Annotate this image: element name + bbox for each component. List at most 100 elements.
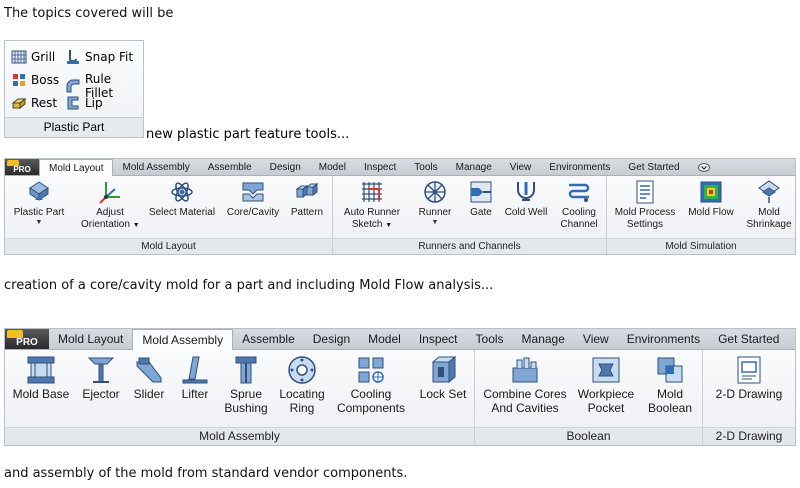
plastic-part-panel-label: Plastic Part	[5, 117, 143, 137]
boss-label: Boss	[31, 73, 60, 87]
settings-sheet-icon	[636, 180, 654, 204]
ribbon-options-button[interactable]	[689, 159, 719, 175]
workpiece-pocket-tool[interactable]: Workpiece Pocket	[575, 354, 637, 416]
mold-assembly-ribbon: PRO Mold Layout Mold Assembly Assemble D…	[4, 328, 796, 446]
cold-well-icon	[517, 182, 535, 201]
tab-environments[interactable]: Environments	[540, 159, 619, 175]
snap-fit-label: Snap Fit	[85, 50, 134, 64]
tab-environments[interactable]: Environments	[618, 329, 709, 349]
sprue-bushing-icon	[235, 356, 257, 384]
grill-icon	[11, 50, 27, 64]
select-material-tool[interactable]: Select Material	[147, 179, 217, 219]
rest-label: Rest	[31, 96, 58, 110]
mold-boolean-icon	[657, 357, 683, 383]
atom-icon	[171, 182, 193, 202]
auto-runner-sketch-tool[interactable]: Auto Runner Sketch ▼	[339, 179, 405, 230]
mold-shrinkage-tool[interactable]: Mold Shrinkage	[743, 179, 795, 230]
chevron-down-icon	[697, 162, 710, 172]
group-label-mold-assembly: Mold Assembly	[5, 427, 474, 445]
mold-boolean-tool[interactable]: Mold Boolean	[643, 354, 697, 416]
axes-icon	[99, 182, 120, 204]
cooling-channel-tool[interactable]: Cooling Channel	[557, 179, 601, 230]
snap-fit-button[interactable]: Snap Fit	[65, 49, 133, 65]
lip-icon	[67, 96, 79, 110]
lifter-tool[interactable]: Lifter	[173, 354, 217, 402]
boss-button[interactable]: Boss	[11, 72, 59, 88]
core-cavity-icon	[242, 182, 264, 202]
pro-logo: PRO	[5, 159, 39, 175]
tab-assemble[interactable]: Assemble	[233, 329, 304, 349]
ribbon-tab-bar: PRO Mold Layout Mold Assembly Assemble D…	[5, 159, 795, 176]
mold-base-tool[interactable]: Mold Base	[9, 354, 73, 402]
tools-caption: new plastic part feature tools...	[146, 127, 350, 142]
plastic-part-panel: Grill Snap Fit Boss Rule Fillet Rest Lip…	[4, 40, 144, 138]
tab-mold-layout[interactable]: Mold Layout	[49, 329, 132, 349]
mold-shrinkage-icon	[758, 180, 780, 203]
tab-manage[interactable]: Manage	[513, 329, 574, 349]
group-label-mold-layout: Mold Layout	[5, 238, 332, 254]
rest-button[interactable]: Rest	[11, 95, 57, 111]
tab-view[interactable]: View	[501, 159, 541, 175]
tab-inspect[interactable]: Inspect	[410, 329, 467, 349]
caption-core-cavity: creation of a core/cavity mold for a par…	[4, 278, 494, 293]
combine-cores-and-cavities-tool[interactable]: Combine Cores And Cavities	[481, 354, 569, 416]
workpiece-pocket-icon	[592, 357, 620, 383]
rest-icon	[11, 97, 27, 110]
combine-cores-icon	[512, 357, 538, 383]
ejector-tool[interactable]: Ejector	[77, 354, 125, 402]
tab-model[interactable]: Model	[310, 159, 355, 175]
tab-mold-layout[interactable]: Mold Layout	[39, 159, 114, 176]
lip-button[interactable]: Lip	[65, 95, 103, 111]
cooling-channel-icon	[568, 183, 590, 202]
group-label-2d-drawing: 2-D Drawing	[703, 427, 795, 445]
ejector-icon	[87, 357, 115, 383]
mold-flow-tool[interactable]: Mold Flow	[685, 179, 737, 219]
mold-process-settings-tool[interactable]: Mold Process Settings	[611, 179, 679, 230]
grill-button[interactable]: Grill	[11, 49, 55, 65]
plastic-part-icon	[29, 181, 49, 201]
tab-tools[interactable]: Tools	[405, 159, 446, 175]
gate-icon	[470, 181, 492, 203]
tab-tools[interactable]: Tools	[467, 329, 513, 349]
pro-logo: PRO	[5, 329, 49, 349]
lock-set-icon	[431, 355, 457, 384]
tab-get-started[interactable]: Get Started	[619, 159, 688, 175]
ribbon-tab-bar: PRO Mold Layout Mold Assembly Assemble D…	[5, 329, 795, 350]
group-label-runners-and-channels: Runners and Channels	[333, 238, 606, 254]
2d-drawing-icon	[737, 356, 761, 384]
cooling-components-tool[interactable]: Cooling Components	[333, 354, 409, 416]
tab-manage[interactable]: Manage	[447, 159, 501, 175]
lifter-icon	[182, 356, 208, 384]
lip-label: Lip	[85, 96, 103, 110]
pattern-tool[interactable]: Pattern	[287, 179, 327, 219]
tab-view[interactable]: View	[574, 329, 618, 349]
cooling-components-icon	[358, 357, 384, 383]
adjust-orientation-tool[interactable]: Adjust Orientation ▼	[81, 179, 140, 230]
tab-assemble[interactable]: Assemble	[199, 159, 261, 175]
cold-well-tool[interactable]: Cold Well	[503, 179, 549, 219]
tab-inspect[interactable]: Inspect	[355, 159, 405, 175]
tab-mold-assembly[interactable]: Mold Assembly	[113, 159, 198, 175]
tab-model[interactable]: Model	[359, 329, 410, 349]
slider-icon	[136, 357, 162, 383]
lock-set-tool[interactable]: Lock Set	[415, 354, 471, 402]
intro-text: The topics covered will be	[4, 6, 174, 21]
locating-ring-tool[interactable]: Locating Ring	[275, 354, 329, 416]
gate-tool[interactable]: Gate	[465, 179, 497, 219]
mold-flow-icon	[700, 181, 722, 203]
plastic-part-tool[interactable]: Plastic Part ▼	[11, 179, 67, 227]
locating-ring-icon	[288, 356, 316, 384]
tab-get-started[interactable]: Get Started	[709, 329, 788, 349]
mold-base-icon	[27, 356, 55, 384]
runner-tool[interactable]: Runner ▼	[413, 179, 457, 227]
slider-tool[interactable]: Slider	[129, 354, 169, 402]
tab-design[interactable]: Design	[261, 159, 310, 175]
core-cavity-tool[interactable]: Core/Cavity	[225, 179, 281, 219]
runner-icon	[424, 181, 446, 203]
tab-design[interactable]: Design	[304, 329, 359, 349]
group-label-mold-simulation: Mold Simulation	[607, 238, 795, 254]
2d-drawing-tool[interactable]: 2-D Drawing	[709, 354, 789, 402]
sprue-bushing-tool[interactable]: Sprue Bushing	[221, 354, 271, 416]
tab-mold-assembly[interactable]: Mold Assembly	[132, 329, 234, 350]
rule-fillet-icon	[66, 79, 80, 93]
